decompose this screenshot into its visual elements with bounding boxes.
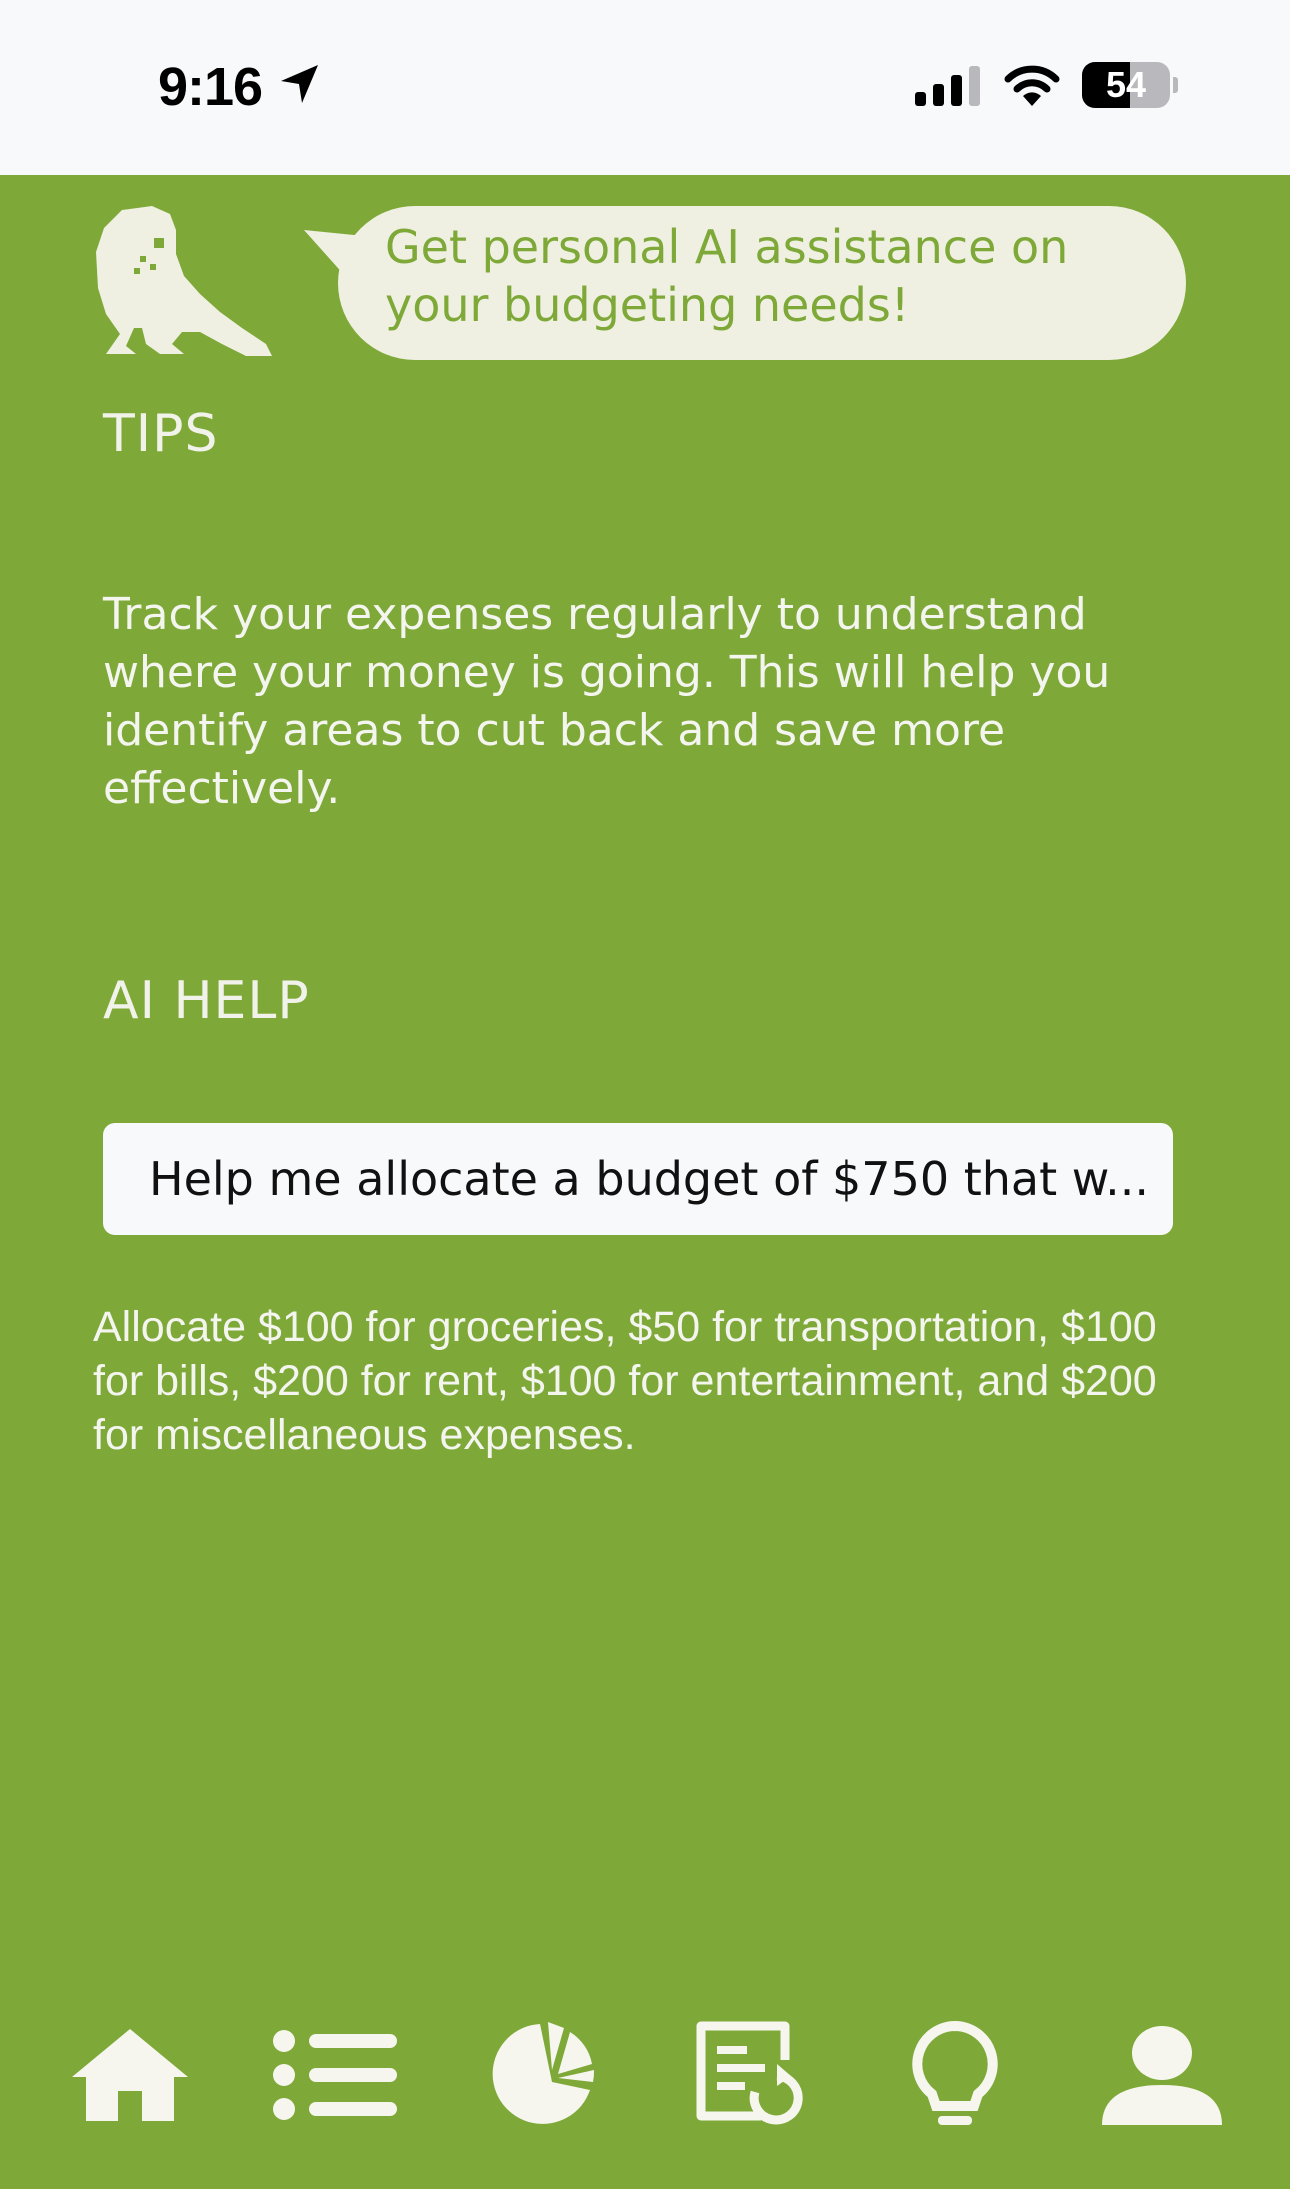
- list-icon: [273, 2030, 397, 2120]
- status-bar: 9:16 54: [0, 0, 1290, 175]
- bird-icon: [96, 206, 272, 356]
- lightbulb-icon: [912, 2020, 998, 2125]
- tips-title: TIPS: [103, 404, 219, 464]
- tab-list[interactable]: [270, 2010, 400, 2140]
- profile-icon: [1102, 2026, 1222, 2125]
- tab-chart[interactable]: [478, 2010, 608, 2140]
- home-icon: [72, 2029, 188, 2121]
- tip-text: Track your expenses regularly to underst…: [103, 589, 1111, 814]
- signal-icon: [915, 66, 980, 106]
- status-time: 9:16: [158, 57, 263, 117]
- tab-bills[interactable]: [683, 2010, 813, 2140]
- tab-tips[interactable]: [890, 2010, 1020, 2140]
- tab-profile[interactable]: [1097, 2010, 1227, 2140]
- tab-home[interactable]: [65, 2010, 195, 2140]
- recurring-bills-icon: [696, 2021, 803, 2125]
- ai-prompt-input[interactable]: Help me allocate a budget of $750 that w…: [103, 1123, 1173, 1235]
- bubble-text: Get personal AI assistance on your budge…: [385, 220, 1069, 332]
- location-arrow-icon: [281, 65, 318, 103]
- ai-help-title: AI HELP: [103, 971, 310, 1031]
- ai-response-text: Allocate $100 for groceries, $50 for tra…: [93, 1303, 1157, 1459]
- wifi-icon: [1004, 65, 1060, 106]
- pie-chart-icon: [492, 2022, 595, 2124]
- battery-label: 54: [1105, 64, 1147, 105]
- battery-icon: 54: [1082, 62, 1178, 108]
- tab-bar: [0, 2010, 1290, 2140]
